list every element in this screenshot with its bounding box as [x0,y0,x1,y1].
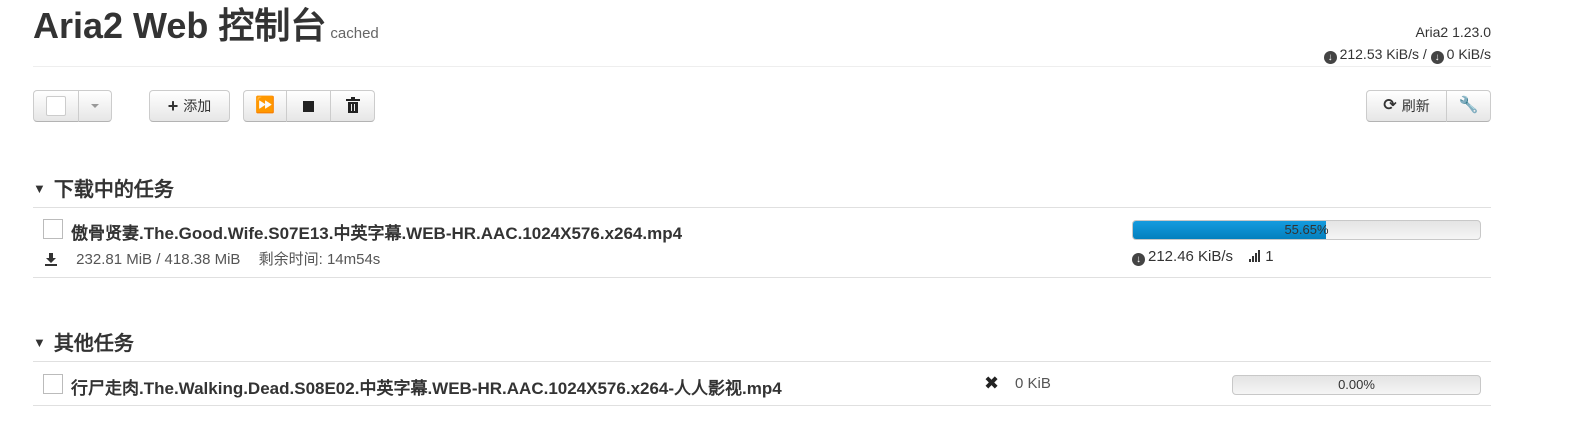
caret-down-icon [91,104,99,108]
trash-icon [345,97,360,113]
download-speed-icon: ↓ [1132,253,1145,266]
task-connections: 1 [1265,248,1274,265]
task-speed-row: ↓ 212.46 KiB/s 1 [1132,248,1274,266]
refresh-button-label: 刷新 [1401,98,1430,114]
global-speeds: ↓ 212.53 KiB/s / ↓ 0 KiB/s [1323,46,1491,64]
task-checkbox[interactable] [43,219,63,239]
add-button[interactable]: + 添加 [149,90,230,122]
upload-speed-icon: ↓ [1430,51,1444,64]
chevron-down-icon: ▼ [33,181,46,196]
app-title: Aria2 Web 控制台 [33,5,327,46]
aria2-webui: Aria2 Web 控制台 cached Aria2 1.23.0 ↓ 212.53… [0,0,1572,447]
download-icon [44,252,58,266]
page-title: Aria2 Web 控制台 cached [33,4,379,56]
task-name[interactable]: 傲骨贤妻.The.Good.Wife.S07E13.中英字幕.WEB-HR.AA… [71,219,682,244]
plus-icon: + [167,96,179,116]
forward-icon: ⏩ [255,97,275,114]
task-progress-bar: 0.00% [1232,375,1481,395]
task-progress-bar: 55.65% [1132,220,1481,240]
wrench-icon: 🔧 [1458,97,1479,114]
progress-label: 0.00% [1338,377,1375,392]
divider [33,405,1491,406]
stop-icon [303,100,314,112]
active-section-header[interactable]: ▼ 下载中的任务 [33,173,174,202]
global-upload-speed: 0 KiB/s [1446,46,1491,62]
add-button-label: 添加 [183,98,212,114]
task-size: 0 KiB [1015,375,1051,392]
download-speed-icon: ↓ [1323,51,1337,64]
divider [33,361,1491,362]
task-size: 232.81 MiB / 418.38 MiB [76,251,241,268]
chevron-down-icon: ▼ [33,335,46,350]
version-label: Aria2 1.23.0 [1415,24,1492,40]
refresh-button[interactable]: ⟳ 刷新 [1366,90,1447,122]
task-name[interactable]: 行尸走肉.The.Walking.Dead.S08E02.中英字幕.WEB-HR… [71,374,782,399]
task-size-row: 232.81 MiB / 418.38 MiB 剩余时间: 14m54s [44,248,380,269]
divider [33,277,1491,278]
progress-label: 55.65% [1284,222,1329,237]
x-icon: ✖ [984,373,1000,393]
delete-button[interactable] [331,90,375,122]
select-all-checkbox[interactable] [46,96,66,116]
page-header: Aria2 Web 控制台 cached Aria2 1.23.0 ↓ 212.53… [33,4,1491,67]
refresh-icon: ⟳ [1383,97,1397,114]
select-all-button[interactable] [33,90,79,122]
cached-label: cached [330,25,379,42]
other-section-title: 其他任务 [53,333,134,355]
resume-button[interactable]: ⏩ [243,90,287,122]
task-checkbox[interactable] [43,374,63,394]
signal-icon [1249,250,1261,262]
other-section-header[interactable]: ▼ 其他任务 [33,327,134,356]
settings-button[interactable]: 🔧 [1447,90,1491,122]
speed-separator: / [1418,46,1431,62]
select-dropdown-button[interactable] [79,90,112,122]
divider [33,207,1491,208]
stop-button[interactable] [287,90,331,122]
active-section-title: 下载中的任务 [53,179,174,201]
global-download-speed: 212.53 KiB/s [1339,46,1419,62]
task-remaining-time: 剩余时间: 14m54s [258,251,381,268]
task-speed: 212.46 KiB/s [1148,248,1234,265]
